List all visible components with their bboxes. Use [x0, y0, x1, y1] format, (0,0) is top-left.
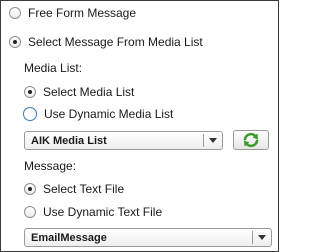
- message-dropdown[interactable]: EmailMessage: [24, 228, 272, 247]
- dynamic-text-file-option[interactable]: Use Dynamic Text File: [24, 205, 162, 219]
- message-source-panel: Free Form Message Select Message From Me…: [0, 0, 279, 252]
- dynamic-media-list-radio[interactable]: [23, 107, 37, 121]
- select-text-file-label: Select Text File: [43, 182, 125, 196]
- chevron-down-icon[interactable]: [204, 138, 222, 143]
- dynamic-media-list-option[interactable]: Use Dynamic Media List: [23, 107, 173, 121]
- select-media-list-option[interactable]: Select Media List: [24, 85, 134, 99]
- media-list-heading: Media List:: [24, 61, 83, 75]
- media-list-dropdown[interactable]: AIK Media List: [24, 131, 223, 150]
- free-form-message-radio[interactable]: [9, 7, 21, 19]
- media-list-message-option[interactable]: Select Message From Media List: [9, 35, 203, 49]
- select-text-file-option[interactable]: Select Text File: [24, 182, 124, 196]
- free-form-message-label: Free Form Message: [28, 6, 137, 20]
- select-media-list-label: Select Media List: [43, 85, 135, 99]
- message-heading: Message:: [24, 159, 77, 173]
- select-text-file-radio[interactable]: [24, 183, 36, 195]
- free-form-message-option[interactable]: Free Form Message: [9, 6, 136, 20]
- media-list-dropdown-value: AIK Media List: [31, 134, 107, 147]
- media-list-message-label: Select Message From Media List: [28, 35, 203, 49]
- dynamic-media-list-label: Use Dynamic Media List: [44, 107, 174, 121]
- dynamic-text-file-label: Use Dynamic Text File: [43, 205, 163, 219]
- dynamic-text-file-radio[interactable]: [24, 206, 36, 218]
- chevron-down-icon[interactable]: [253, 235, 271, 240]
- refresh-icon: [243, 132, 259, 148]
- media-list-message-radio[interactable]: [9, 36, 21, 48]
- select-media-list-radio[interactable]: [24, 86, 36, 98]
- refresh-media-list-button[interactable]: [233, 130, 269, 150]
- message-dropdown-value: EmailMessage: [31, 231, 107, 244]
